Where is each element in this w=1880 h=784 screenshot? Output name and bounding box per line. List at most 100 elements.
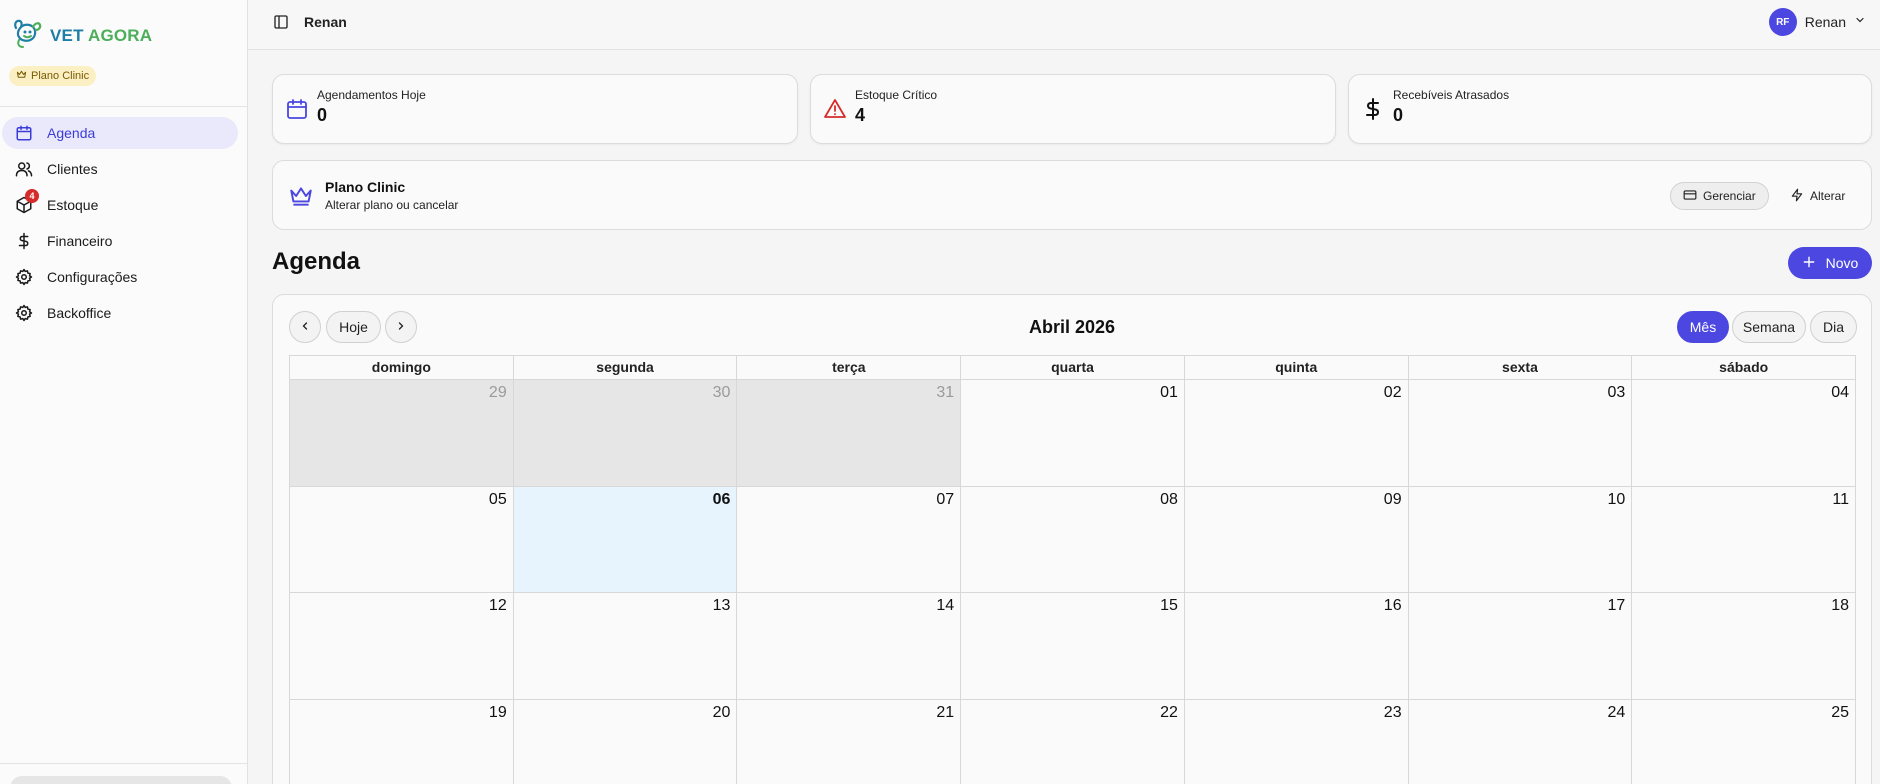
sidebar-item-backoffice[interactable]: Backoffice — [2, 297, 238, 329]
day-cell[interactable]: 14 — [737, 593, 962, 699]
day-cell[interactable]: 08 — [961, 486, 1185, 592]
stat-label: Agendamentos Hoje — [317, 88, 426, 102]
day-cell[interactable]: 04 — [1632, 380, 1856, 486]
sidebar-item-label: Estoque — [47, 197, 99, 213]
day-cell[interactable]: 12 — [290, 593, 514, 699]
day-number: 08 — [1160, 490, 1178, 508]
day-number: 31 — [936, 384, 955, 401]
lightning-icon — [1790, 188, 1804, 205]
stat-value: 0 — [317, 105, 328, 125]
sidebar-item-configuracoes[interactable]: Configurações — [2, 261, 238, 293]
next-month-button[interactable] — [385, 311, 417, 343]
day-cell[interactable]: 18 — [1632, 593, 1856, 699]
prev-month-button[interactable] — [289, 311, 321, 343]
day-cell[interactable]: 13 — [513, 593, 738, 699]
week-row: 19 20 21 22 23 24 25 — [289, 698, 1856, 784]
day-cell[interactable]: 10 — [1408, 486, 1633, 592]
plus-icon — [1802, 255, 1816, 272]
plan-badge: Plano Clinic — [9, 66, 97, 86]
day-cell[interactable]: 15 — [961, 593, 1185, 699]
top-bar: Renan RF Renan — [248, 0, 1880, 50]
day-cell[interactable]: 07 — [737, 486, 962, 592]
calendar-month-title: Abril 2026 — [1028, 317, 1116, 337]
day-cell[interactable]: 30 — [513, 380, 738, 486]
week-row: 05 06 07 08 09 10 11 — [289, 485, 1856, 592]
day-cell-today[interactable]: 06 — [513, 486, 738, 592]
dog-logo-icon — [10, 16, 44, 55]
sidebar: VET AGORA Plano Clinic Agenda Clientes 4… — [0, 0, 248, 784]
day-number: 29 — [488, 384, 507, 401]
user-menu[interactable]: RF Renan — [1768, 8, 1866, 36]
sidebar-item-estoque[interactable]: 4 Estoque — [2, 189, 238, 221]
sidebar-item-financeiro[interactable]: Financeiro — [2, 225, 238, 257]
stat-label: Recebíveis Atrasados — [1393, 88, 1510, 102]
package-icon: 4 — [14, 189, 39, 215]
weekday-label: quinta — [1185, 356, 1409, 379]
stock-alert-badge: 4 — [25, 189, 39, 203]
sidebar-item-label: Clientes — [47, 161, 98, 177]
day-cell[interactable]: 03 — [1408, 380, 1633, 486]
today-button[interactable]: Hoje — [326, 311, 381, 343]
day-cell[interactable]: 19 — [290, 699, 514, 784]
week-row: 29 30 31 01 02 03 04 — [289, 379, 1856, 486]
day-cell[interactable]: 29 — [290, 380, 514, 486]
change-plan-button[interactable]: Alterar — [1778, 182, 1857, 210]
day-number: 10 — [1607, 490, 1626, 508]
day-cell[interactable]: 20 — [513, 699, 738, 784]
day-cell[interactable]: 21 — [737, 699, 962, 784]
brand-logo[interactable]: VET AGORA — [10, 16, 152, 55]
day-number: 16 — [1383, 597, 1402, 614]
day-cell[interactable]: 16 — [1184, 593, 1409, 699]
panel-left-icon — [273, 14, 289, 35]
day-cell[interactable]: 09 — [1184, 486, 1409, 592]
month-grid: domingo segunda terça quarta quinta sext… — [289, 355, 1856, 784]
day-cell[interactable]: 17 — [1408, 593, 1633, 699]
view-month-button[interactable]: Mês — [1677, 311, 1729, 343]
day-cell[interactable]: 02 — [1184, 380, 1409, 486]
day-number: 02 — [1383, 384, 1402, 401]
stat-value: 4 — [855, 105, 866, 125]
day-number: 24 — [1607, 703, 1626, 721]
sidebar-divider — [0, 106, 247, 107]
page-title: Renan — [304, 14, 347, 30]
credit-card-icon — [1683, 188, 1697, 205]
sidebar-nav: Agenda Clientes 4 Estoque Financeiro Con… — [0, 117, 247, 333]
stat-card-critical-stock: Estoque Crítico 4 — [810, 74, 1336, 144]
day-cell[interactable]: 05 — [290, 486, 514, 592]
day-cell[interactable]: 23 — [1184, 699, 1409, 784]
chevron-left-icon — [299, 319, 311, 335]
manage-plan-button[interactable]: Gerenciar — [1670, 182, 1769, 210]
sidebar-item-label: Financeiro — [47, 233, 113, 249]
day-cell[interactable]: 22 — [961, 699, 1185, 784]
sidebar-footer-button[interactable] — [10, 776, 232, 784]
day-cell[interactable]: 25 — [1632, 699, 1856, 784]
plan-title: Plano Clinic — [325, 179, 406, 195]
weekday-header: domingo segunda terça quarta quinta sext… — [289, 355, 1856, 379]
sidebar-item-clientes[interactable]: Clientes — [2, 153, 238, 185]
day-cell[interactable]: 01 — [961, 380, 1185, 486]
weekday-label: terça — [737, 356, 962, 379]
day-number: 14 — [936, 597, 955, 614]
agenda-heading: Agenda — [272, 248, 361, 275]
plan-subtitle: Alterar plano ou cancelar — [325, 198, 459, 212]
avatar: RF — [1768, 8, 1797, 36]
sidebar-toggle-button[interactable] — [270, 13, 292, 35]
day-cell[interactable]: 24 — [1408, 699, 1633, 784]
day-number: 05 — [488, 490, 507, 508]
users-icon — [14, 159, 34, 179]
sidebar-item-agenda[interactable]: Agenda — [2, 117, 238, 149]
alert-triangle-icon — [823, 97, 847, 121]
view-week-button[interactable]: Semana — [1732, 311, 1806, 343]
crown-icon — [288, 183, 314, 214]
new-appointment-button[interactable]: Novo — [1788, 247, 1872, 279]
crown-icon — [16, 69, 27, 83]
view-day-button[interactable]: Dia — [1810, 311, 1857, 343]
day-cell[interactable]: 11 — [1632, 486, 1856, 592]
day-cell[interactable]: 31 — [737, 380, 962, 486]
stat-label: Estoque Crítico — [855, 88, 938, 102]
day-number: 12 — [488, 597, 507, 614]
stat-card-overdue-receivables: Recebíveis Atrasados 0 — [1348, 74, 1872, 144]
chevron-down-icon — [1854, 13, 1866, 31]
gear-icon — [14, 267, 34, 287]
stat-value: 0 — [1393, 105, 1404, 125]
